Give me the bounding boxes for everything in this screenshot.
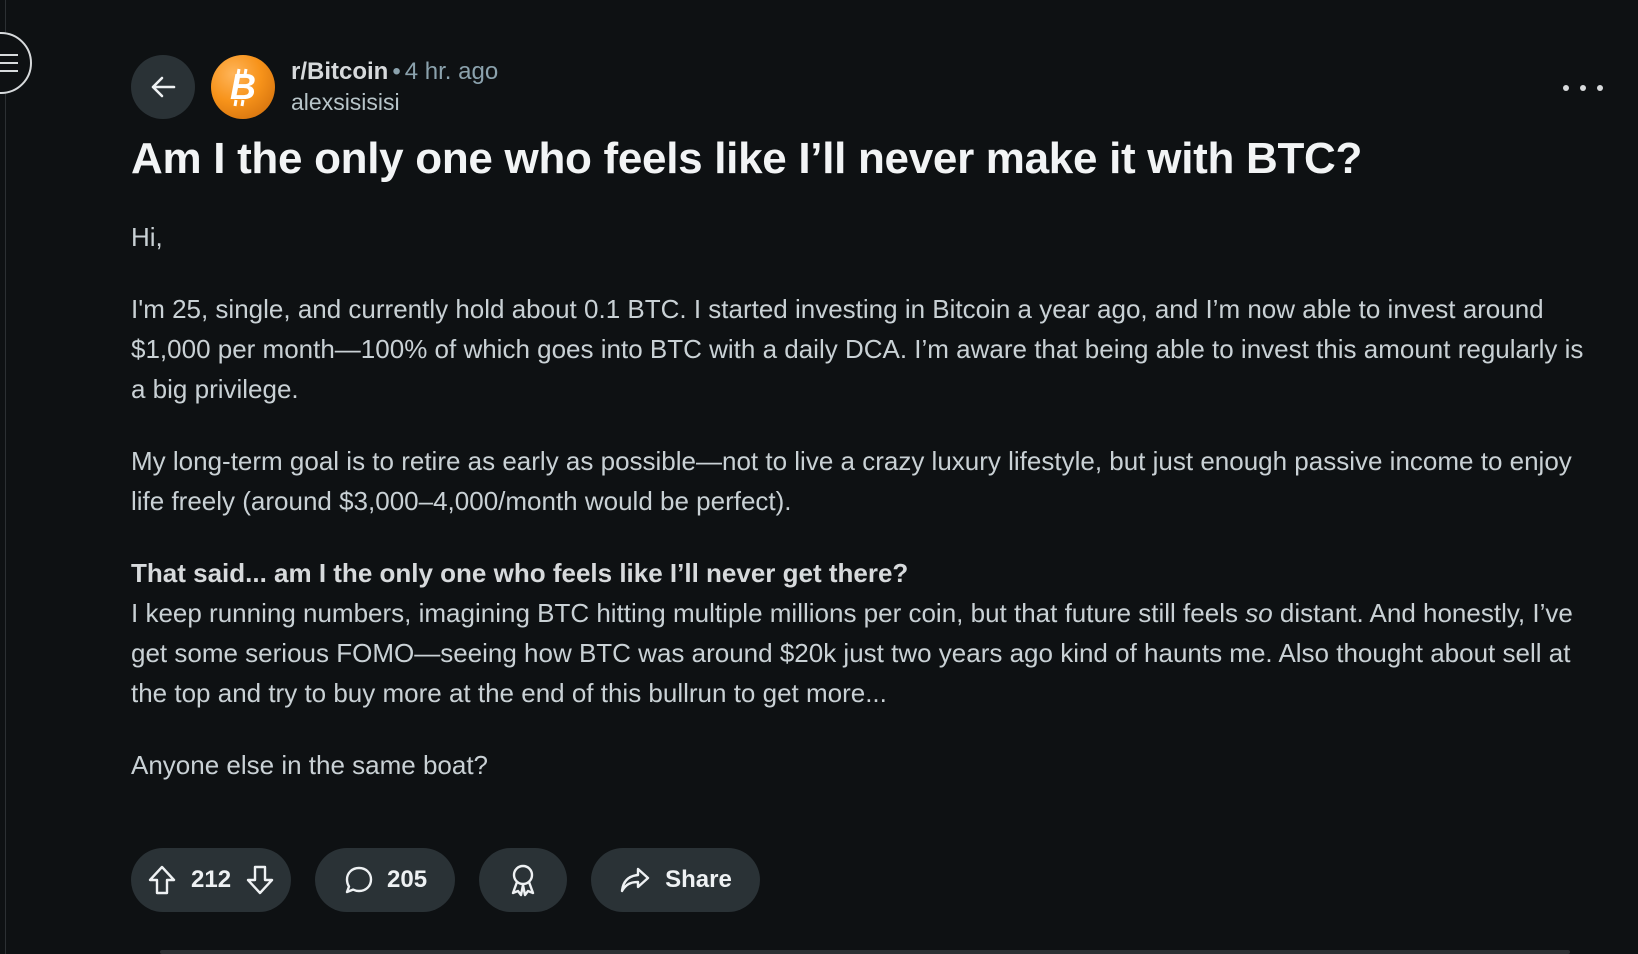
left-rail-divider	[5, 0, 6, 954]
body-paragraph-3-italic: so	[1245, 598, 1273, 628]
post-header: B r/Bitcoin • 4 hr. ago alexsisisisi	[131, 55, 1603, 119]
post-page: B r/Bitcoin • 4 hr. ago alexsisisisi Am I …	[0, 0, 1638, 954]
author-link[interactable]: alexsisisisi	[291, 87, 498, 117]
comment-count: 205	[387, 866, 428, 893]
back-arrow-icon	[151, 76, 176, 98]
meta-separator: •	[392, 58, 401, 85]
comments-button[interactable]: 205	[315, 848, 456, 912]
award-button[interactable]	[479, 848, 568, 912]
body-paragraph-3: That said... am I the only one who feels…	[131, 553, 1591, 713]
comment-icon	[345, 866, 373, 894]
more-icon[interactable]	[1563, 73, 1603, 103]
post-time: 4 hr. ago	[404, 58, 499, 85]
subreddit-link[interactable]: r/Bitcoin	[291, 58, 388, 85]
award-icon	[511, 864, 535, 897]
body-closing: Anyone else in the same boat?	[131, 750, 489, 780]
share-button[interactable]: Share	[591, 848, 760, 912]
bitcoin-icon: B	[230, 67, 256, 107]
post-body: Hi, I'm 25, single, and currently hold a…	[131, 217, 1591, 785]
body-paragraph-3-text-a: I keep running numbers, imagining BTC hi…	[131, 598, 1246, 628]
post: B r/Bitcoin • 4 hr. ago alexsisisisi Am I …	[131, 55, 1603, 817]
comment-box-edge	[160, 950, 1570, 954]
vote-bar: 212	[131, 848, 292, 912]
post-actions: 212 205 Share	[131, 848, 760, 912]
share-label: Share	[665, 866, 732, 893]
menu-icon[interactable]	[0, 32, 32, 94]
body-paragraph-1: I'm 25, single, and currently hold about…	[131, 294, 1584, 404]
downvote-icon[interactable]	[245, 864, 275, 896]
post-meta: r/Bitcoin • 4 hr. ago alexsisisisi	[291, 57, 498, 117]
post-title: Am I the only one who feels like I’ll ne…	[131, 134, 1363, 183]
back-button[interactable]	[131, 55, 195, 119]
subreddit-avatar[interactable]: B	[211, 55, 275, 119]
vote-count: 212	[191, 866, 232, 893]
body-paragraph-2: My long-term goal is to retire as early …	[131, 446, 1572, 516]
upvote-icon[interactable]	[147, 864, 177, 896]
body-greeting: Hi,	[131, 222, 163, 252]
share-icon	[620, 867, 650, 893]
body-bold-line: That said... am I the only one who feels…	[131, 558, 909, 588]
